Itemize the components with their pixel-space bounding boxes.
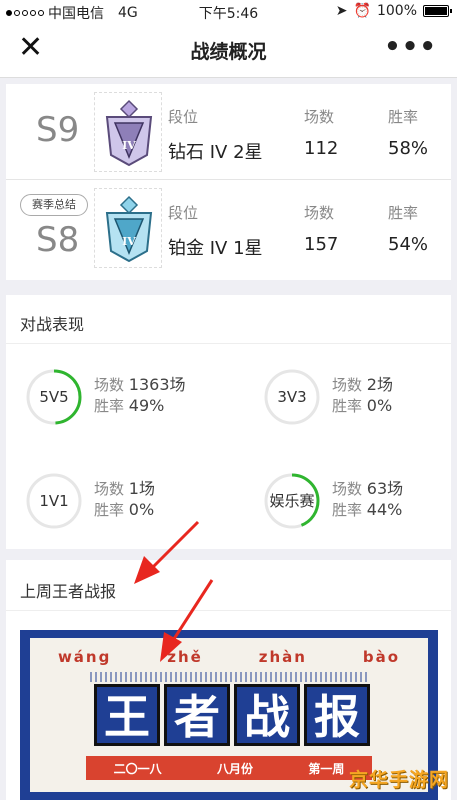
winrate-value: 0%	[128, 500, 155, 519]
rank-frame: IV	[94, 188, 162, 268]
mode-name: 1V1	[39, 492, 69, 510]
season-card: S9 IV 段位 钻石 IV 2星 场数 112 胜率 58% 赛季总结 S8 …	[6, 84, 451, 280]
battery-icon	[423, 5, 452, 17]
games-label: 场数	[94, 376, 125, 394]
banner-ribbon: 二〇一八 八月份 第一周	[86, 756, 372, 780]
mode-name: 5V5	[39, 388, 69, 406]
banner-char: 王	[94, 684, 160, 746]
winrate-label: 胜率	[94, 501, 125, 519]
rank-frame: IV	[94, 92, 162, 172]
banner-pinyin: wáng zhě zhàn bào	[30, 648, 428, 666]
banner-char: 报	[304, 684, 370, 746]
mode-1v1[interactable]: 1V1 场数 1场 胜率 0%	[14, 471, 234, 541]
pinyin-syllable: bào	[362, 648, 400, 666]
pinyin-syllable: zhàn	[258, 648, 307, 666]
games-line: 场数 1场	[94, 475, 155, 499]
divider	[6, 610, 451, 611]
season-row-s8[interactable]: 赛季总结 S8 IV 段位 铂金 IV 1星 场数 157 胜率 54%	[6, 184, 451, 276]
games-label: 场数	[304, 204, 335, 222]
diamond-rank-icon: IV	[105, 99, 153, 167]
rank-value: 钻石 IV 2星	[168, 142, 263, 163]
winrate-label: 胜率	[388, 204, 419, 222]
more-options-icon[interactable]: •••	[384, 32, 437, 62]
ribbon-year: 二〇一八	[113, 761, 162, 776]
platinum-rank-icon: IV	[105, 195, 153, 263]
winrate-label: 胜率	[332, 501, 363, 519]
nav-bar: ✕ 战绩概况 •••	[0, 22, 457, 78]
winrate-line: 胜率 0%	[332, 395, 392, 416]
winrate-value: 49%	[128, 396, 165, 415]
games-label: 场数	[94, 480, 125, 498]
location-icon: ➤	[335, 3, 348, 19]
games-value: 1场	[128, 479, 155, 498]
games-value: 157	[304, 234, 339, 255]
season-code: S9	[36, 110, 80, 150]
games-value: 63场	[366, 479, 404, 498]
watermark-text: 京华手游网	[349, 769, 450, 791]
winrate-line: 胜率 0%	[94, 499, 154, 520]
rank-label: 段位	[168, 108, 199, 126]
mode-name: 娱乐赛	[269, 492, 315, 510]
divider	[6, 343, 451, 344]
banner-char: 者	[164, 684, 230, 746]
banner-title: 王 者 战 报	[94, 684, 370, 746]
section-title: 对战表现	[20, 315, 85, 334]
mode-entertainment[interactable]: 娱乐赛 场数 63场 胜率 44%	[252, 471, 457, 541]
winrate-label: 胜率	[94, 397, 125, 415]
winrate-value: 44%	[366, 500, 403, 519]
season-row-s9[interactable]: S9 IV 段位 钻石 IV 2星 场数 112 胜率 58%	[6, 88, 451, 180]
season-summary-badge[interactable]: 赛季总结	[20, 194, 88, 216]
mode-3v3[interactable]: 3V3 场数 2场 胜率 0%	[252, 367, 457, 437]
winrate-line: 胜率 49%	[94, 395, 164, 416]
status-bar: 中国电信 4G 下午5:46 ➤ ⏰ 100%	[0, 0, 457, 22]
battle-performance-card: 对战表现 5V5 场数 1363场 胜率 49% 3V3 场数 2场 胜率 0%…	[6, 295, 451, 549]
games-line: 场数 63场	[332, 475, 403, 499]
season-code: S8	[36, 220, 80, 260]
winrate-label: 胜率	[388, 108, 419, 126]
games-label: 场数	[332, 376, 363, 394]
games-value: 2场	[366, 375, 393, 394]
games-line: 场数 2场	[332, 371, 393, 395]
games-line: 场数 1363场	[94, 371, 186, 395]
battery-percent: 100%	[376, 3, 417, 19]
games-value: 112	[304, 138, 339, 159]
ribbon-week: 第一周	[308, 761, 345, 776]
winrate-label: 胜率	[332, 397, 363, 415]
pinyin-syllable: zhě	[167, 648, 203, 666]
winrate-line: 胜率 44%	[332, 499, 402, 520]
status-right: ➤ ⏰ 100%	[335, 3, 452, 19]
winrate-value: 0%	[366, 396, 393, 415]
games-label: 场数	[304, 108, 335, 126]
winrate-value: 54%	[388, 234, 429, 255]
alarm-icon: ⏰	[353, 3, 371, 19]
banner-char: 战	[234, 684, 300, 746]
banner-stripes	[90, 672, 370, 682]
ribbon-month: 八月份	[216, 761, 253, 776]
mode-5v5[interactable]: 5V5 场数 1363场 胜率 49%	[14, 367, 234, 437]
rank-value: 铂金 IV 1星	[168, 238, 263, 259]
svg-text:IV: IV	[122, 139, 136, 152]
games-label: 场数	[332, 480, 363, 498]
mode-name: 3V3	[277, 388, 307, 406]
section-title: 上周王者战报	[20, 582, 117, 601]
winrate-value: 58%	[388, 138, 429, 159]
svg-text:IV: IV	[122, 235, 136, 248]
rank-label: 段位	[168, 204, 199, 222]
watermark-logo: 京华手游网	[349, 748, 453, 798]
games-value: 1363场	[128, 375, 186, 394]
pinyin-syllable: wáng	[57, 648, 112, 666]
